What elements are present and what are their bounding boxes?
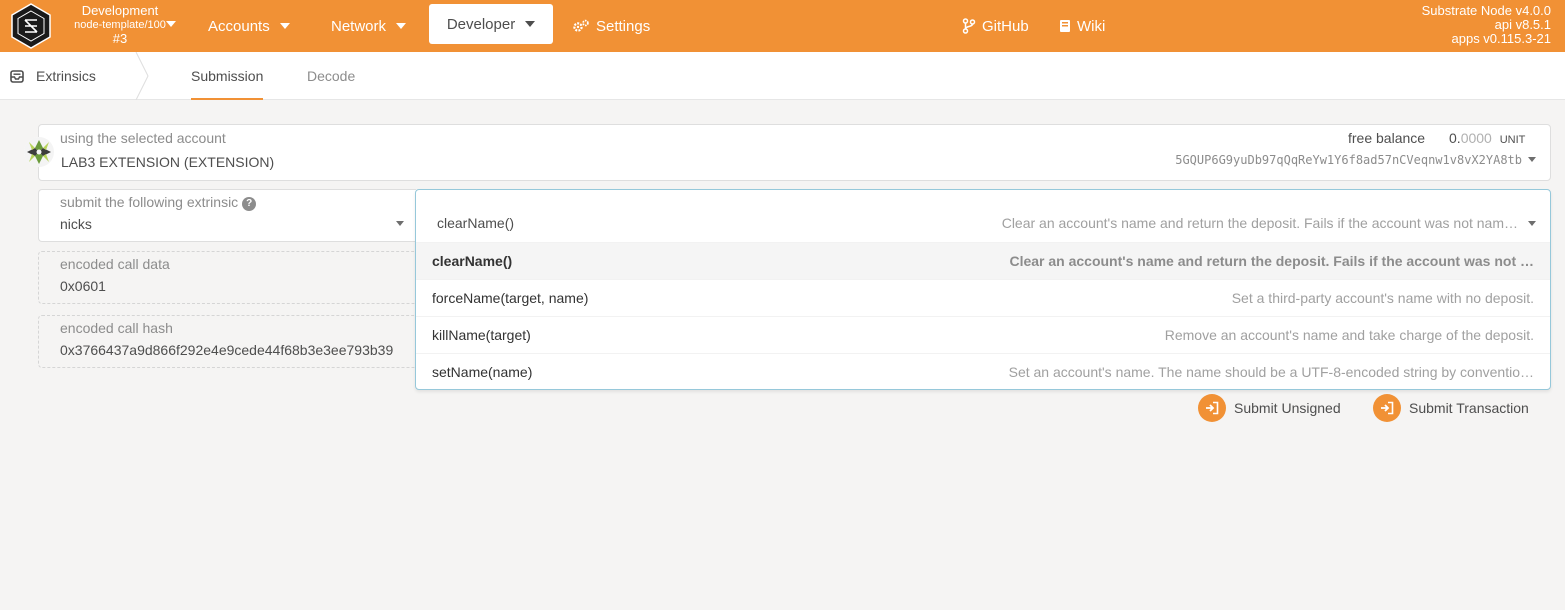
pallet-selector[interactable]: submit the following extrinsic? nicks	[38, 189, 416, 242]
nav-wiki[interactable]: Wiki	[1059, 0, 1105, 52]
extrinsic-label: submit the following extrinsic?	[60, 194, 257, 211]
method-option-desc: Clear an account's name and return the d…	[1009, 253, 1534, 269]
encoded-call-data: encoded call data 0x0601	[38, 251, 418, 304]
nav-accounts-label: Accounts	[208, 17, 270, 35]
nav-network[interactable]: Network	[331, 0, 407, 52]
substrate-logo-icon[interactable]	[10, 3, 52, 49]
chain-runtime: node-template/100	[74, 19, 166, 31]
method-option-name: setName(name)	[432, 364, 533, 380]
tabs-bar: Extrinsics Submission Decode	[0, 52, 1565, 100]
chain-selector[interactable]: Development node-template/100 #3	[62, 4, 178, 46]
account-identicon	[24, 137, 54, 167]
selected-method-desc: Clear an account's name and return the d…	[1001, 215, 1518, 231]
help-icon[interactable]: ?	[242, 197, 257, 211]
method-option-desc: Set an account's name. The name should b…	[1008, 364, 1534, 380]
chevron-down-icon	[1528, 157, 1536, 162]
chevron-down-icon	[396, 23, 407, 29]
nav-github-label: GitHub	[982, 17, 1029, 35]
balance-unit: UNIT	[1499, 134, 1526, 146]
balance-label: free balance	[1348, 130, 1426, 146]
chevron-down-icon	[1528, 221, 1536, 226]
nav-developer-label: Developer	[446, 15, 516, 33]
nav-developer[interactable]: Developer	[429, 4, 553, 44]
method-option-desc: Set a third-party account's name with no…	[1231, 290, 1534, 306]
book-icon	[1060, 20, 1070, 32]
balance-decimals: 0000	[1460, 130, 1492, 146]
tab-submission[interactable]: Submission	[175, 52, 279, 100]
call-data-label: encoded call data	[60, 256, 170, 272]
section-label: Extrinsics	[36, 68, 96, 84]
code-branch-icon	[962, 18, 976, 34]
method-option[interactable]: forceName(target, name) Set a third-part…	[416, 279, 1550, 316]
chain-name: Development	[81, 3, 159, 18]
nav-wiki-label: Wiki	[1077, 17, 1106, 35]
node-version: Substrate Node v4.0.0	[1421, 3, 1551, 18]
method-option-name: forceName(target, name)	[432, 290, 589, 306]
submit-transaction-label: Submit Transaction	[1409, 400, 1529, 416]
tab-submission-label: Submission	[191, 68, 264, 84]
account-selector[interactable]: using the selected account LAB3 EXTENSIO…	[38, 124, 1551, 181]
method-dropdown[interactable]: clearName() Clear an account's name and …	[415, 189, 1551, 390]
balance-integer: 0.	[1449, 130, 1461, 146]
inbox-icon	[10, 69, 24, 83]
balance-value: 0.0000 UNIT	[1449, 130, 1525, 146]
submit-unsigned-label: Submit Unsigned	[1234, 400, 1341, 416]
apps-version: apps v0.115.3-21	[1451, 31, 1552, 46]
selected-method: clearName()	[437, 215, 515, 231]
submit-transaction-button[interactable]: Submit Transaction	[1373, 394, 1529, 422]
chain-block: #3	[112, 31, 128, 46]
method-option-name: clearName()	[432, 253, 513, 269]
call-hash-value[interactable]: 0x3766437a9d866f292e4e9cede44f68b3e3ee79…	[60, 342, 393, 358]
method-selector[interactable]: clearName() Clear an account's name and …	[416, 190, 1550, 242]
api-version: api v8.5.1	[1494, 17, 1551, 32]
tab-decode[interactable]: Decode	[291, 52, 371, 100]
chevron-down-icon	[279, 23, 290, 29]
submit-unsigned-button[interactable]: Submit Unsigned	[1198, 394, 1341, 422]
account-label: using the selected account	[60, 130, 226, 146]
method-option-desc: Remove an account's name and take charge…	[1164, 327, 1534, 343]
tab-decode-label: Decode	[307, 68, 356, 84]
nav-settings[interactable]: Settings	[572, 0, 650, 52]
account-address: 5GQUP6G9yuDb97qQqReYw1Y6f8ad57nCVeqnw1v8…	[1175, 153, 1522, 167]
method-option[interactable]: clearName() Clear an account's name and …	[416, 242, 1550, 279]
chain-chevron-down-icon[interactable]	[166, 21, 176, 27]
nav-github[interactable]: GitHub	[962, 0, 1029, 52]
call-hash-label: encoded call hash	[60, 320, 173, 336]
method-option[interactable]: setName(name) Set an account's name. The…	[416, 353, 1550, 389]
breadcrumb-separator-icon	[135, 52, 149, 100]
sign-in-icon	[1198, 394, 1226, 422]
gears-icon	[573, 19, 589, 32]
method-option-name: killName(target)	[432, 327, 531, 343]
encoded-call-hash: encoded call hash 0x3766437a9d866f292e4e…	[38, 315, 418, 368]
chevron-down-icon	[525, 21, 536, 27]
chevron-down-icon	[396, 221, 404, 226]
extrinsic-label-text: submit the following extrinsic	[60, 194, 239, 210]
version-info: Substrate Node v4.0.0 api v8.5.1 apps v0…	[1422, 4, 1551, 46]
section-title: Extrinsics	[10, 52, 96, 100]
sign-in-icon	[1373, 394, 1401, 422]
account-name: LAB3 EXTENSION (EXTENSION)	[61, 154, 275, 170]
nav-accounts[interactable]: Accounts	[208, 0, 290, 52]
nav-network-label: Network	[331, 17, 387, 35]
nav-settings-label: Settings	[596, 17, 651, 35]
method-option[interactable]: killName(target) Remove an account's nam…	[416, 316, 1550, 353]
call-data-value[interactable]: 0x0601	[60, 278, 106, 294]
top-bar: Development node-template/100 #3 Account…	[0, 0, 1565, 52]
pallet-value: nicks	[60, 216, 92, 232]
